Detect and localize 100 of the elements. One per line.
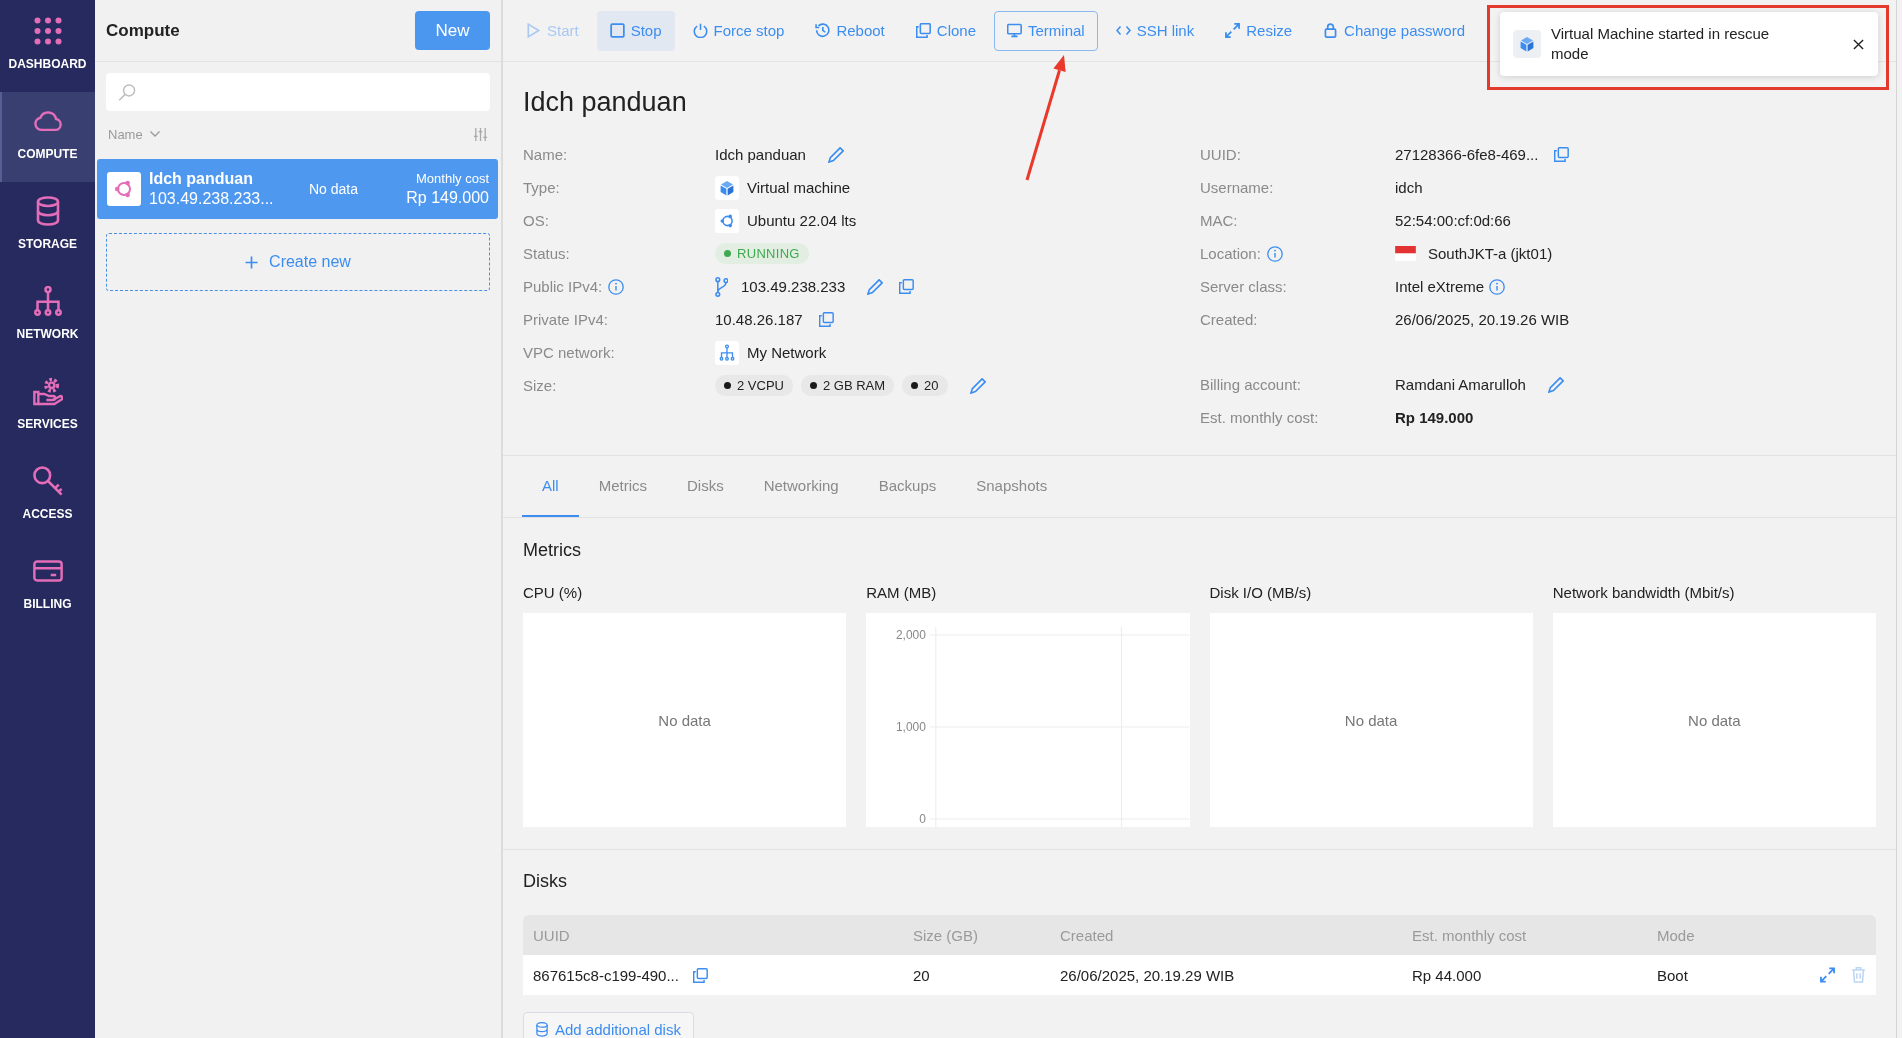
rotate-clock-icon xyxy=(815,23,831,38)
field-label: Est. monthly cost: xyxy=(1200,409,1319,426)
field-value: 103.49.238.233 xyxy=(741,278,846,295)
field-value: Ramdani Amarulloh xyxy=(1395,376,1526,393)
axis-tick-label: 2,000 xyxy=(896,628,927,642)
branch-icon xyxy=(715,276,728,297)
field-value: 26/06/2025, 20.19.26 WIB xyxy=(1395,311,1570,328)
hand-gear-icon xyxy=(32,376,63,406)
field-value: Idch panduan xyxy=(715,146,806,163)
network-tree-icon xyxy=(32,286,63,316)
column-header: Mode xyxy=(1647,915,1797,955)
search-icon xyxy=(118,83,136,101)
copy-icon[interactable] xyxy=(818,312,834,327)
copy-icon[interactable] xyxy=(692,967,708,983)
square-icon xyxy=(609,23,625,38)
field-label: Name: xyxy=(523,146,568,163)
toolbar-button[interactable]: Terminal xyxy=(994,10,1098,51)
nav-item[interactable]: STORAGE xyxy=(0,182,95,272)
table-cell: Boot xyxy=(1647,955,1797,995)
monitor-icon xyxy=(1007,23,1022,38)
nav-item[interactable]: SERVICES xyxy=(0,362,95,452)
pencil-icon[interactable] xyxy=(1547,376,1564,393)
network-tree-icon xyxy=(715,340,739,365)
nav-item[interactable]: ACCESS xyxy=(0,452,95,542)
info-icon[interactable] xyxy=(608,278,625,295)
field-label: Status: xyxy=(523,245,570,262)
empty-state-text: No data xyxy=(1688,711,1741,729)
table-cell: 26/06/2025, 20.19.29 WIB xyxy=(1050,955,1402,995)
nav-item[interactable]: COMPUTE xyxy=(0,92,95,182)
lock-icon xyxy=(1323,23,1339,38)
database-icon xyxy=(536,1021,548,1037)
instance-title: Idch panduan xyxy=(523,86,687,119)
field-value: 10.48.26.187 xyxy=(715,311,803,328)
field-label: Server class: xyxy=(1200,278,1287,295)
key-icon xyxy=(32,466,63,496)
chevron-down-icon xyxy=(149,131,160,137)
toolbar-button[interactable]: Reboot xyxy=(802,10,898,51)
chart-title: CPU (%) xyxy=(523,583,583,603)
copy-icon[interactable] xyxy=(1554,147,1570,162)
ring-logo-icon xyxy=(107,172,141,206)
toolbar-button[interactable]: Change password xyxy=(1310,10,1478,51)
empty-state-text: No data xyxy=(1344,711,1398,729)
field-label: Size: xyxy=(523,377,557,394)
field-value: 27128366-6fe8-469... xyxy=(1395,146,1539,163)
metrics-text: No data xyxy=(309,181,359,197)
sort-dropdown[interactable]: Name xyxy=(108,126,160,142)
field-label: Type: xyxy=(523,179,560,196)
tab[interactable]: Metrics xyxy=(578,456,667,517)
table-cell: 867615c8-c199-490... xyxy=(533,966,679,984)
toolbar-button[interactable]: Force stop xyxy=(679,10,798,51)
section-title: Metrics xyxy=(523,539,581,562)
field-value: SouthJKT-a (jkt01) xyxy=(1428,245,1553,262)
status-text: RUNNING xyxy=(737,246,800,261)
axis-tick-label: 0 xyxy=(919,812,927,826)
search-field[interactable] xyxy=(106,73,490,111)
toolbar-button[interactable]: Clone xyxy=(902,10,989,51)
field-label: Location: xyxy=(1200,245,1261,262)
field-label: MAC: xyxy=(1200,212,1238,229)
chip-text: 2 VCPU xyxy=(737,378,784,393)
tab[interactable]: Snapshots xyxy=(956,456,1068,517)
nav-item[interactable]: DASHBOARD xyxy=(0,2,95,92)
pencil-icon[interactable] xyxy=(827,146,844,163)
toolbar-button[interactable]: Resize xyxy=(1212,10,1306,51)
nav-item[interactable]: NETWORK xyxy=(0,272,95,362)
cost-value: Rp 149.000 xyxy=(406,188,489,208)
diagonal-arrows-icon xyxy=(1225,23,1241,38)
close-icon[interactable] xyxy=(1853,38,1864,50)
field-label: UUID: xyxy=(1200,146,1241,163)
tab[interactable]: Disks xyxy=(667,456,744,517)
info-icon[interactable] xyxy=(1489,278,1506,295)
field-label: VPC network: xyxy=(523,344,615,361)
add-disk-button[interactable]: Add additional disk xyxy=(523,1012,694,1038)
cube-icon xyxy=(1513,30,1541,58)
field-value: idch xyxy=(1395,179,1423,196)
panel-title: Compute xyxy=(106,20,180,41)
field-value: Ubuntu 22.04 lts xyxy=(747,212,857,229)
field-value: 52:54:00:cf:0d:66 xyxy=(1395,212,1511,229)
pencil-icon[interactable] xyxy=(867,278,884,295)
status-dot-icon xyxy=(724,250,731,257)
copy-icon xyxy=(915,23,931,38)
new-button[interactable]: New xyxy=(415,11,490,50)
toolbar-button[interactable]: Stop xyxy=(596,10,675,51)
pencil-icon[interactable] xyxy=(969,377,986,394)
column-header: Est. monthly cost xyxy=(1402,915,1647,955)
bullet-icon xyxy=(724,382,731,389)
create-new-button[interactable]: Create new xyxy=(106,233,490,291)
tab[interactable]: Networking xyxy=(743,456,859,517)
field-label: Created: xyxy=(1200,311,1258,328)
sliders-icon[interactable] xyxy=(473,126,488,142)
bullet-icon xyxy=(809,382,817,389)
instance-list-item[interactable]: Idch panduan 103.49.238.233... No data Monthly cost Rp 149.000 xyxy=(97,159,498,219)
plus-icon xyxy=(245,255,259,269)
tab[interactable]: All xyxy=(522,456,579,517)
diagonal-arrows-icon[interactable] xyxy=(1820,967,1835,983)
tab[interactable]: Backups xyxy=(858,456,957,517)
copy-icon[interactable] xyxy=(899,279,915,294)
chart-title: Disk I/O (MB/s) xyxy=(1209,583,1312,603)
toolbar-button[interactable]: SSH link xyxy=(1102,10,1208,51)
nav-item[interactable]: BILLING xyxy=(0,542,95,632)
info-icon[interactable] xyxy=(1266,245,1283,262)
